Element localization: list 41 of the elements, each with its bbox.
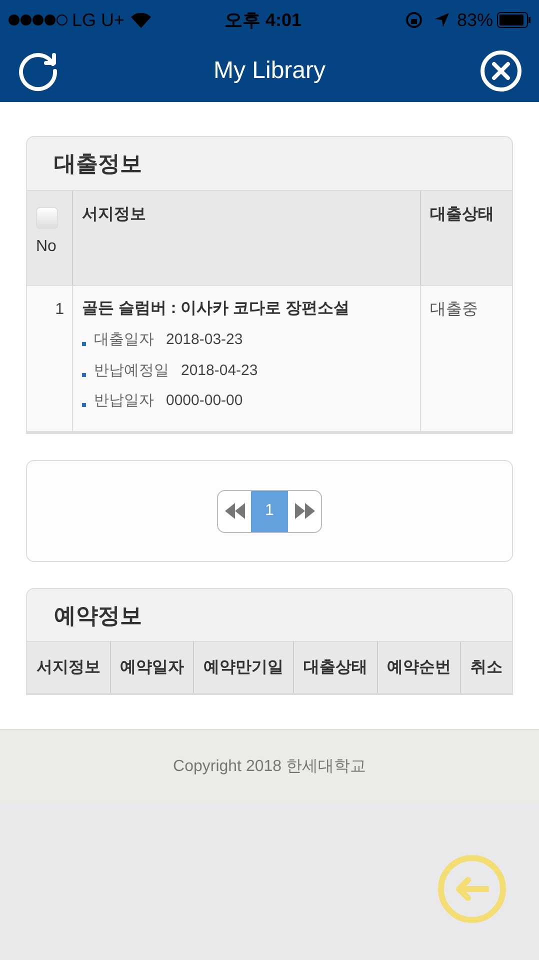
detail-label: 반납예정일 (94, 360, 169, 380)
detail-label: 반납일자 (94, 391, 154, 411)
column-header: 취소 (470, 658, 503, 678)
close-icon (480, 50, 522, 92)
column-header: 예약일자 (120, 658, 184, 678)
detail-value: 0000-00-00 (166, 391, 243, 411)
carrier-name: LG U+ (72, 8, 125, 32)
bullet-icon (82, 372, 86, 377)
left-arrow-icon (455, 877, 489, 901)
column-header: 예약만기일 (204, 658, 284, 678)
column-header: 대출상태 (303, 658, 368, 678)
signal-icon (8, 14, 68, 26)
row-number: 1 (55, 301, 64, 318)
detail-value: 2018-03-23 (166, 330, 243, 350)
rotation-lock-icon (404, 11, 423, 29)
battery-icon (497, 12, 531, 28)
wifi-icon (130, 12, 151, 28)
double-left-icon (224, 503, 244, 519)
double-right-icon (294, 503, 314, 519)
section-title: 예약정보 (54, 602, 142, 630)
column-header: 서지정보 (36, 658, 100, 678)
bullet-icon (82, 403, 86, 408)
detail-label: 대출일자 (94, 330, 154, 350)
close-button[interactable] (479, 49, 523, 93)
select-all-checkbox[interactable] (36, 207, 58, 229)
loan-status: 대출중 (430, 301, 478, 318)
book-title: 골든 슬럼버 : 이사카 코다로 장편소설 (82, 299, 351, 319)
column-header: No (36, 237, 56, 257)
page-title: My Library (213, 56, 326, 86)
location-arrow-icon (434, 13, 449, 27)
clock-time: 오후 4:01 (224, 8, 302, 32)
detail-value: 2018-04-23 (181, 360, 258, 380)
column-header: 예약순번 (387, 658, 452, 678)
column-header: 서지정보 (82, 206, 146, 223)
page-button[interactable]: 1 (251, 490, 288, 532)
copyright-text: Copyright 2018 한세대학교 (173, 756, 366, 776)
bullet-icon (82, 342, 86, 346)
column-header: 대출상태 (430, 206, 494, 223)
battery-percent: 83% (456, 8, 493, 32)
section-title: 대출정보 (54, 150, 142, 178)
refresh-icon (17, 50, 59, 92)
